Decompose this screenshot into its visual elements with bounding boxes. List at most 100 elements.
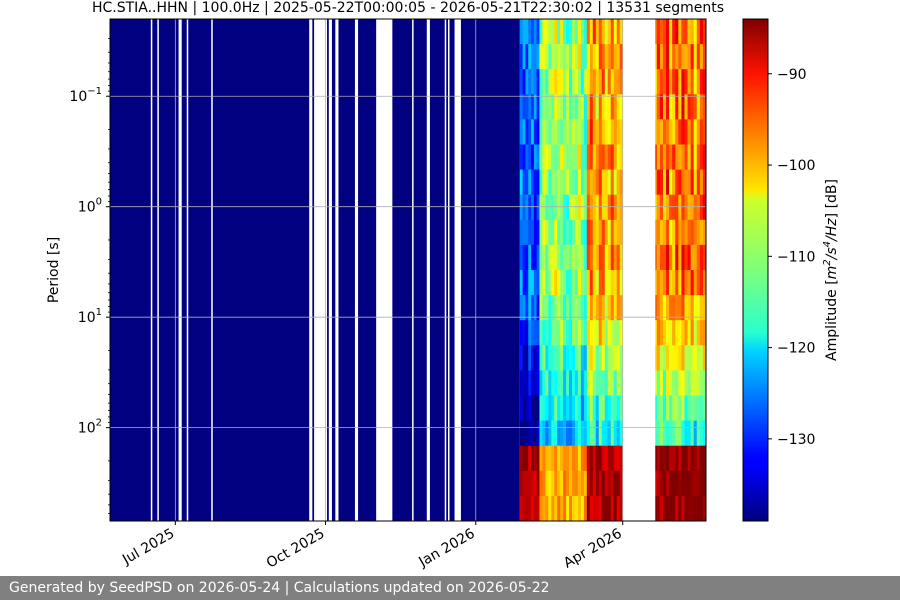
heatmap-cell [675,94,679,120]
heatmap-cell [592,169,597,196]
heatmap-cell [542,94,546,120]
heatmap-cell [616,219,621,246]
heatmap-cell [604,495,609,521]
heatmap-cell [669,270,673,296]
heatmap-cell [616,69,621,95]
heatmap-cell [554,69,558,95]
heatmap-cell [563,270,567,296]
heatmap-cell [572,119,576,145]
heatmap-cell [696,44,701,70]
heatmap-cell [560,495,564,521]
heatmap-cell [696,244,701,271]
heatmap-cell [662,194,667,221]
heatmap-cell [560,370,564,396]
heatmap-cell [563,94,567,120]
heatmap-cell [696,94,701,120]
heatmap-cell [696,345,701,371]
heatmap-cell [598,69,603,95]
heatmap-cell [616,345,621,371]
heatmap-cell [580,119,585,145]
heatmap-cell [607,169,612,196]
heatmap-cell [672,244,676,271]
heatmap-cell [542,270,546,296]
heatmap-cell [589,420,594,447]
heatmap-cell [586,194,591,221]
heatmap-cell [563,219,567,246]
heatmap-cell [604,370,609,396]
data-gap [412,19,414,521]
colorbar-axis: −90 −100 −110 −120 −130 [768,67,815,448]
heatmap-cell [675,194,679,221]
heatmap-cell [580,19,585,45]
heatmap-cell [580,320,585,346]
heatmap-cell [616,370,621,396]
heatmap-cell [613,370,618,396]
heatmap-cell [577,19,582,45]
heatmap-cell [678,270,682,296]
heatmap-cell [572,144,576,171]
heatmap-cell [699,470,704,497]
heatmap-cell [545,420,549,447]
heatmap-cell [563,244,567,271]
heatmap-cell [699,169,704,196]
heatmap-cell [607,44,612,70]
heatmap-cell [557,194,561,221]
heatmap-cell [601,169,606,196]
heatmap-cell [583,119,588,145]
heatmap-cell [601,445,606,472]
heatmap-cell [577,270,582,296]
data-gap [328,19,332,521]
heatmap-cell [687,69,692,95]
heatmap-cell [586,395,591,422]
heatmap-cell [580,370,585,396]
heatmap-cell [557,445,561,472]
heatmap-cell [566,219,570,246]
heatmap-cell [678,194,682,221]
heatmap-cell [539,395,543,422]
heatmap-cell [659,94,664,120]
heatmap-cell [551,219,555,246]
heatmap-cell [595,94,600,120]
heatmap-cell [586,345,591,371]
heatmap-cell [557,470,561,497]
heatmap-cell [681,244,685,271]
heatmap-cell [554,495,558,521]
heatmap-cell [616,19,621,45]
heatmap-cell [548,94,552,120]
heatmap-cell [681,395,685,422]
heatmap-cell [604,194,609,221]
heatmap-cell [554,470,558,497]
heatmap-cell [681,345,685,371]
heatmap-cell [681,470,685,497]
heatmap-cell [616,270,621,296]
heatmap-cell [548,219,552,246]
heatmap-cell [656,144,661,171]
heatmap-cell [690,445,695,472]
heatmap-cell [613,470,618,497]
heatmap-cell [542,470,546,497]
heatmap-cell [684,470,689,497]
heatmap-cell [539,320,543,346]
heatmap-cell [598,395,603,422]
data-gap [354,19,359,521]
heatmap-cell [613,69,618,95]
heatmap-cell [569,345,573,371]
heatmap-cell [586,244,591,271]
heatmap-cell [574,370,579,396]
heatmap-cell [566,345,570,371]
heatmap-cell [560,420,564,447]
heatmap-cell [690,320,695,346]
heatmap-cell [566,69,570,95]
heatmap-cell [696,395,701,422]
heatmap-cell [616,244,621,271]
heatmap-cell [542,19,546,45]
heatmap-cell [684,94,689,120]
heatmap-cell [539,345,543,371]
heatmap-cell [610,69,615,95]
heatmap-cell [666,445,670,472]
heatmap-cell [699,420,704,447]
heatmap-cell [693,495,698,521]
heatmap-cell [551,395,555,422]
heatmap-cell [563,69,567,95]
heatmap-cell [539,420,543,447]
